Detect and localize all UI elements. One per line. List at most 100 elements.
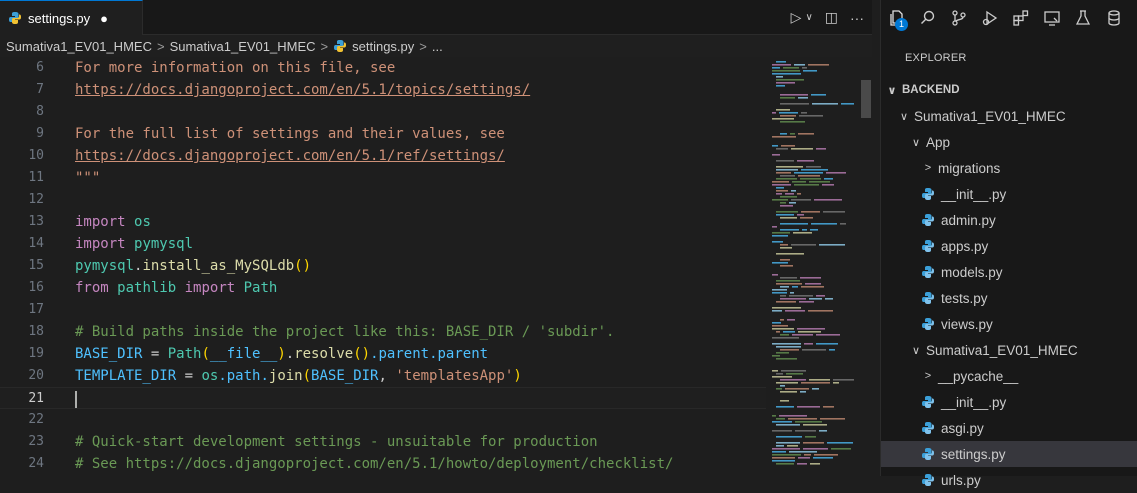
minimap-line — [793, 232, 812, 234]
minimap-line — [776, 301, 796, 303]
minimap-line — [772, 355, 780, 357]
explorer-sidebar: 1 EXPLORER ∨ BACKEND ∨ Sumativa1_EV01_HMEC ∨… — [880, 0, 1137, 488]
minimap-line — [776, 211, 798, 213]
code-line[interactable]: 22 — [0, 409, 766, 431]
minimap-line — [794, 172, 823, 174]
code-editor[interactable]: 6 For more information on this file, see 7… — [0, 57, 766, 476]
remote-explorer-icon[interactable] — [1042, 8, 1062, 28]
minimap-line — [781, 145, 795, 147]
code-line[interactable]: 21 — [0, 387, 766, 409]
minimap-line — [772, 325, 788, 327]
minimap-line — [776, 76, 783, 78]
chevron-down-icon[interactable]: ∨ — [897, 110, 911, 123]
code-line[interactable]: 23 # Quick-start development settings - u… — [0, 431, 766, 453]
code-line[interactable]: 8 — [0, 101, 766, 123]
text-cursor — [75, 391, 77, 408]
minimap-line — [772, 328, 794, 330]
file-item[interactable]: admin.py — [881, 207, 1137, 233]
file-item[interactable]: asgi.py — [881, 415, 1137, 441]
breadcrumb-item[interactable]: Sumativa1_EV01_HMEC — [6, 39, 152, 54]
source-control-icon[interactable] — [949, 8, 969, 28]
minimap-line — [776, 424, 800, 426]
breadcrumb-item[interactable]: Sumativa1_EV01_HMEC — [170, 39, 316, 54]
code-token: __file__ — [209, 346, 278, 362]
minimap-line — [776, 172, 791, 174]
code-text: For more information on this file, see — [75, 57, 395, 79]
code-line[interactable]: 10 https://docs.djangoproject.com/en/5.1/… — [0, 145, 766, 167]
chevron-down-icon[interactable]: ∨ — [909, 344, 923, 357]
file-item[interactable]: models.py — [881, 259, 1137, 285]
code-token: . — [285, 346, 295, 362]
minimap[interactable] — [768, 57, 858, 476]
workspace-header[interactable]: ∨ BACKEND — [881, 77, 1137, 103]
code-line[interactable]: 20 TEMPLATE_DIR = os.path.join(BASE_DIR, … — [0, 365, 766, 387]
code-line[interactable]: 18 # Build paths inside the project like … — [0, 321, 766, 343]
tree-item-label: urls.py — [941, 472, 981, 488]
tab-settings-py[interactable]: settings.py ● — [0, 0, 143, 35]
file-item[interactable]: tests.py — [881, 285, 1137, 311]
code-line[interactable]: 6 For more information on this file, see — [0, 57, 766, 79]
more-actions-button[interactable]: ··· — [850, 10, 864, 26]
code-line[interactable]: 19 BASE_DIR = Path(__file__).resolve().pa… — [0, 343, 766, 365]
file-item[interactable]: apps.py — [881, 233, 1137, 259]
breadcrumb: Sumativa1_EV01_HMEC > Sumativa1_EV01_HME… — [0, 35, 872, 57]
file-item[interactable]: __init__.py — [881, 389, 1137, 415]
search-icon[interactable] — [918, 8, 938, 28]
folder-item[interactable]: > __pycache__ — [881, 363, 1137, 389]
minimap-line — [776, 190, 788, 192]
code-line[interactable]: 7 https://docs.djangoproject.com/en/5.1/t… — [0, 79, 766, 101]
scrollbar-thumb[interactable] — [861, 80, 871, 118]
extensions-icon[interactable] — [1011, 8, 1031, 28]
minimap-line — [772, 307, 801, 309]
minimap-line — [823, 406, 834, 408]
tree-item-label: Sumativa1_EV01_HMEC — [926, 342, 1078, 358]
vertical-scrollbar[interactable] — [858, 57, 872, 476]
code-line[interactable]: 14 import pymysql — [0, 233, 766, 255]
file-item[interactable]: __init__.py — [881, 181, 1137, 207]
minimap-line — [804, 454, 811, 456]
minimap-line — [780, 121, 805, 123]
code-line[interactable]: 12 — [0, 189, 766, 211]
explorer-icon[interactable]: 1 — [887, 8, 908, 31]
minimap-line — [816, 343, 838, 345]
tree-item-label: __init__.py — [941, 394, 1007, 410]
breadcrumb-item[interactable]: ... — [432, 39, 443, 54]
code-line[interactable]: 17 — [0, 299, 766, 321]
folder-item[interactable]: ∨ Sumativa1_EV01_HMEC — [881, 337, 1137, 363]
file-item[interactable]: settings.py — [881, 441, 1137, 467]
minimap-line — [797, 214, 804, 216]
minimap-line — [776, 283, 802, 285]
chevron-down-icon[interactable]: ∨ — [885, 84, 899, 97]
folder-item[interactable]: > migrations — [881, 155, 1137, 181]
code-line[interactable]: 13 import os — [0, 211, 766, 233]
code-line[interactable]: 24 # See https://docs.djangoproject.com/e… — [0, 453, 766, 475]
code-line[interactable]: 15 pymysql.install_as_MySQLdb() — [0, 255, 766, 277]
minimap-line — [772, 154, 780, 156]
minimap-line — [772, 322, 781, 324]
unsaved-indicator[interactable]: ● — [100, 11, 108, 26]
testing-icon[interactable] — [1073, 8, 1093, 28]
run-debug-icon[interactable] — [980, 8, 1000, 28]
minimap-line — [794, 184, 819, 186]
chevron-right-icon[interactable]: > — [921, 162, 935, 174]
chevron-right-icon[interactable]: > — [921, 370, 935, 382]
code-line[interactable]: 11 """ — [0, 167, 766, 189]
file-item[interactable]: views.py — [881, 311, 1137, 337]
file-item[interactable]: urls.py — [881, 467, 1137, 493]
minimap-line — [785, 193, 794, 195]
tree-item-label: __init__.py — [941, 186, 1007, 202]
minimap-line — [812, 388, 819, 390]
minimap-line — [798, 331, 821, 333]
run-python-file-button[interactable]: ▷ — [791, 9, 802, 26]
database-icon[interactable] — [1104, 8, 1124, 28]
minimap-line — [776, 445, 784, 447]
breadcrumb-item[interactable]: settings.py — [352, 39, 414, 54]
chevron-down-icon[interactable]: ∨ — [909, 136, 923, 149]
minimap-line — [803, 70, 817, 72]
split-editor-button[interactable]: ◫ — [825, 9, 838, 26]
code-line[interactable]: 9 For the full list of settings and their… — [0, 123, 766, 145]
folder-item[interactable]: ∨ App — [881, 129, 1137, 155]
folder-item[interactable]: ∨ Sumativa1_EV01_HMEC — [881, 103, 1137, 129]
run-dropdown-chevron-icon[interactable]: ∨ — [805, 12, 812, 23]
code-line[interactable]: 16 from pathlib import Path — [0, 277, 766, 299]
